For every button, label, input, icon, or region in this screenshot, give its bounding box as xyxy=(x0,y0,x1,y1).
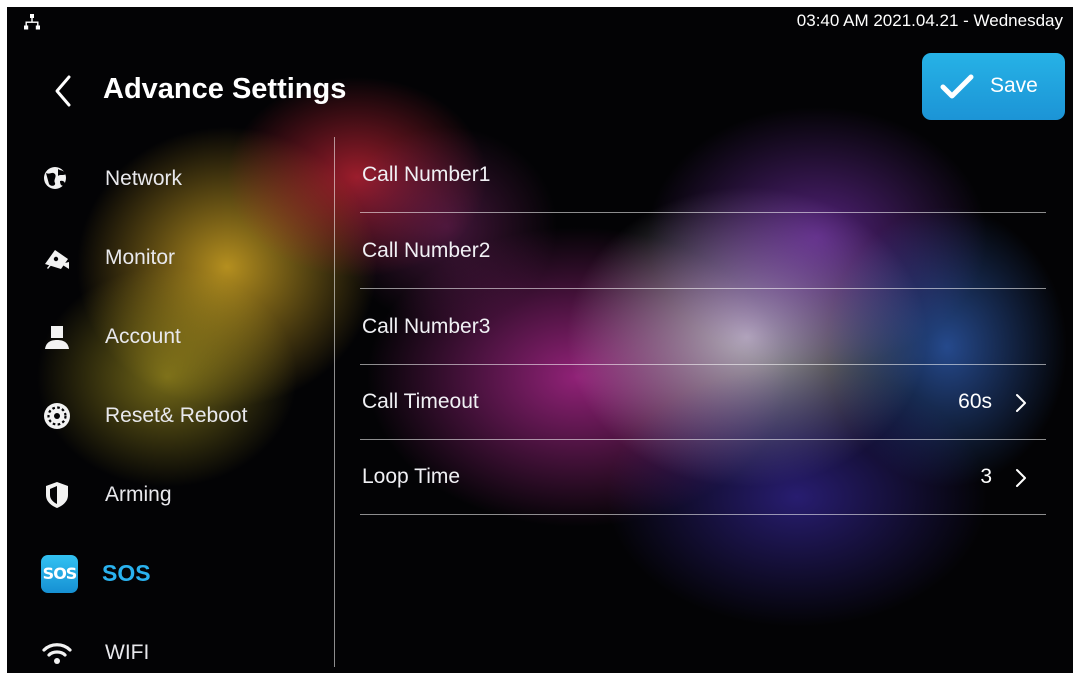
sidebar-item-arming[interactable]: Arming xyxy=(41,471,321,521)
checkmark-icon xyxy=(940,74,974,99)
device-screen: 03:40 AM 2021.04.21 - Wednesday Advance … xyxy=(7,7,1073,673)
sidebar-item-network[interactable]: Network xyxy=(41,155,321,205)
sidebar-item-account[interactable]: Account xyxy=(41,313,321,363)
chevron-right-icon xyxy=(1016,469,1026,487)
sidebar-item-label: Monitor xyxy=(105,246,176,269)
setting-label: Loop Time xyxy=(362,465,461,488)
network-icon xyxy=(24,14,40,30)
sidebar-item-label: SOS xyxy=(102,560,151,586)
sidebar-item-label: Network xyxy=(105,167,183,190)
row-divider xyxy=(360,514,1046,515)
save-button-label: Save xyxy=(990,74,1038,97)
sidebar-item-monitor[interactable]: Monitor xyxy=(41,234,321,284)
sidebar-item-label: Reset& Reboot xyxy=(105,404,248,427)
status-bar: 03:40 AM 2021.04.21 - Wednesday xyxy=(7,7,1073,37)
setting-label: Call Number2 xyxy=(362,239,491,262)
setting-label: Call Number3 xyxy=(362,315,491,338)
sos-icon: SOS xyxy=(41,555,78,593)
back-button[interactable] xyxy=(49,71,79,111)
sidebar-item-label: Arming xyxy=(105,483,172,506)
sidebar-divider xyxy=(334,137,335,667)
setting-row-call-number1[interactable]: Call Number1 xyxy=(360,137,1046,213)
camera-icon xyxy=(45,250,69,269)
setting-label: Call Number1 xyxy=(362,163,491,186)
chevron-right-icon xyxy=(1016,394,1026,412)
setting-row-loop-time[interactable]: Loop Time 3 xyxy=(360,439,1046,515)
sidebar-item-reset-reboot[interactable]: Reset& Reboot xyxy=(41,392,321,442)
status-datetime: 03:40 AM 2021.04.21 - Wednesday xyxy=(796,11,1063,30)
background-glow xyxy=(37,267,297,487)
setting-row-call-timeout[interactable]: Call Timeout 60s xyxy=(360,364,1046,440)
setting-value: 60s xyxy=(958,390,992,413)
setting-row-call-number2[interactable]: Call Number2 xyxy=(360,213,1046,289)
reset-icon xyxy=(44,403,70,429)
globe-icon xyxy=(44,167,66,189)
setting-row-call-number3[interactable]: Call Number3 xyxy=(360,289,1046,365)
setting-value: 3 xyxy=(980,465,992,488)
sidebar-item-label: WIFI xyxy=(105,641,150,664)
setting-label: Call Timeout xyxy=(362,390,479,413)
shield-icon xyxy=(46,482,68,508)
sidebar-item-sos[interactable]: SOS SOS xyxy=(41,550,321,600)
chevron-left-icon xyxy=(55,75,71,107)
person-icon xyxy=(45,326,69,349)
sidebar-item-label: Account xyxy=(105,325,181,348)
save-button[interactable]: Save xyxy=(922,53,1065,120)
sidebar-item-wifi[interactable]: WIFI xyxy=(41,629,321,673)
page-title: Advance Settings xyxy=(103,73,347,105)
wifi-icon xyxy=(42,643,72,664)
